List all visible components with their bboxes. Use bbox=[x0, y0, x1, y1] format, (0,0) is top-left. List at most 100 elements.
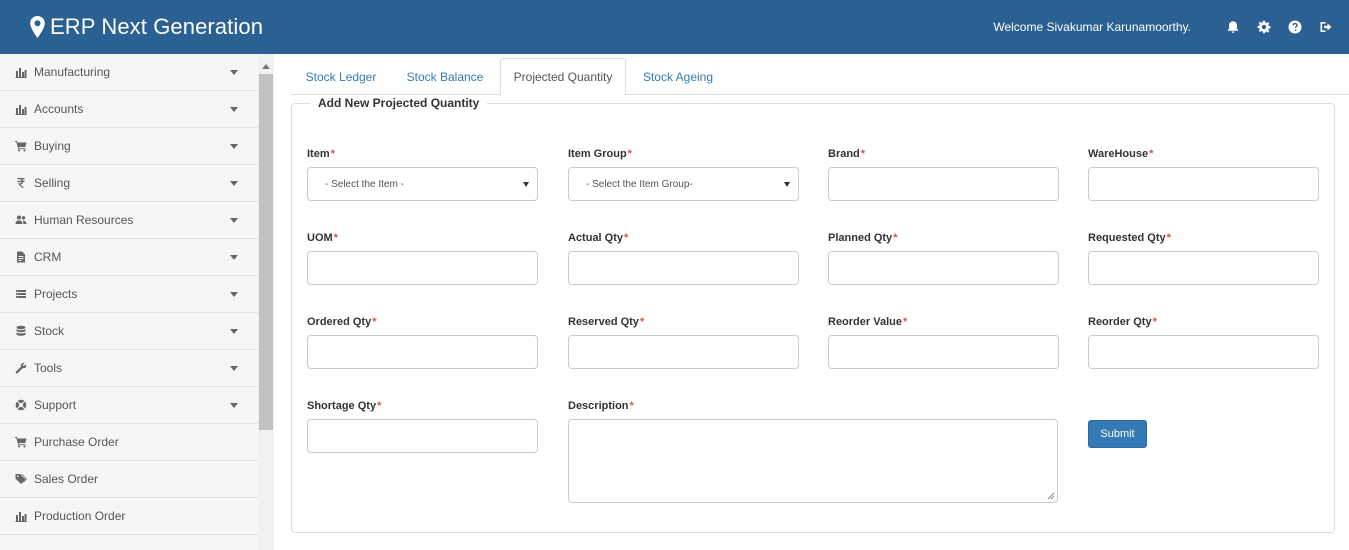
wrench-icon bbox=[14, 361, 28, 375]
uom-label-text: UOM bbox=[307, 232, 333, 244]
required-marker: * bbox=[1166, 232, 1171, 244]
item-select-placeholder: - Select the Item - bbox=[325, 178, 404, 190]
sidebar-item-label: Sales Order bbox=[34, 472, 99, 486]
file-icon bbox=[14, 250, 28, 264]
scroll-thumb[interactable] bbox=[259, 74, 273, 430]
header-user-area: Welcome Sivakumar Karunamoorthy. bbox=[993, 17, 1333, 37]
required-marker: * bbox=[893, 232, 898, 244]
resize-grip-icon[interactable] bbox=[1047, 492, 1055, 500]
reserved-qty-label: Reserved Qty* bbox=[568, 316, 644, 328]
ordered-qty-input[interactable] bbox=[307, 335, 538, 369]
caret-down-icon bbox=[230, 255, 238, 260]
description-textarea[interactable] bbox=[568, 419, 1058, 503]
brand-label: Brand* bbox=[828, 148, 865, 160]
item-group-label: Item Group* bbox=[568, 148, 632, 160]
gear-icon[interactable] bbox=[1257, 20, 1271, 34]
requested-qty-label-text: Requested Qty bbox=[1088, 232, 1166, 244]
user-name: Sivakumar Karunamoorthy. bbox=[1046, 20, 1191, 34]
sidebar-item-purchase-order[interactable]: Purchase Order bbox=[0, 424, 258, 461]
shortage-qty-input[interactable] bbox=[307, 419, 538, 453]
uom-input[interactable] bbox=[307, 251, 538, 285]
sidebar-scrollbar[interactable] bbox=[258, 54, 274, 550]
bell-icon[interactable] bbox=[1226, 20, 1240, 34]
tab-projected-quantity[interactable]: Projected Quantity bbox=[500, 58, 626, 96]
caret-down-icon bbox=[230, 144, 238, 149]
reserved-qty-input[interactable] bbox=[568, 335, 799, 369]
scroll-up-arrow-icon[interactable] bbox=[262, 64, 270, 69]
caret-down-icon bbox=[230, 329, 238, 334]
submit-button[interactable]: Submit bbox=[1088, 420, 1147, 448]
required-marker: * bbox=[1152, 316, 1157, 328]
planned-qty-label: Planned Qty* bbox=[828, 232, 897, 244]
reorder-qty-input[interactable] bbox=[1088, 335, 1319, 369]
list-icon bbox=[14, 287, 28, 301]
tags-icon bbox=[14, 472, 28, 486]
required-marker: * bbox=[372, 316, 377, 328]
item-label-text: Item bbox=[307, 148, 330, 160]
bar-chart-icon bbox=[14, 509, 28, 523]
caret-down-icon bbox=[230, 107, 238, 112]
warehouse-input[interactable] bbox=[1088, 167, 1319, 201]
brand[interactable]: ERP Next Generation bbox=[30, 12, 263, 42]
description-label-text: Description bbox=[568, 400, 629, 412]
sidebar-item-label: Purchase Order bbox=[34, 435, 119, 449]
caret-down-icon bbox=[784, 182, 790, 187]
uom-label: UOM* bbox=[307, 232, 338, 244]
caret-down-icon bbox=[230, 366, 238, 371]
caret-down-icon bbox=[230, 70, 238, 75]
tab-stock-ageing[interactable]: Stock Ageing bbox=[634, 58, 722, 95]
welcome-text: Welcome Sivakumar Karunamoorthy. bbox=[993, 20, 1191, 34]
sign-out-icon[interactable] bbox=[1319, 20, 1333, 34]
sidebar-item-label: Human Resources bbox=[34, 213, 134, 227]
tab-stock-balance[interactable]: Stock Balance bbox=[396, 58, 494, 95]
sidebar-item-label: Production Order bbox=[34, 509, 126, 523]
item-label: Item* bbox=[307, 148, 335, 160]
cart-icon bbox=[14, 139, 28, 153]
warehouse-label-text: WareHouse bbox=[1088, 148, 1149, 160]
sidebar-item-label: Accounts bbox=[34, 102, 84, 116]
requested-qty-label: Requested Qty* bbox=[1088, 232, 1171, 244]
question-icon[interactable] bbox=[1288, 20, 1302, 34]
sidebar-item-label: Support bbox=[34, 398, 77, 412]
rupee-icon bbox=[14, 176, 28, 190]
item-group-label-text: Item Group bbox=[568, 148, 627, 160]
database-icon bbox=[14, 324, 28, 338]
sidebar-item-label: Manufacturing bbox=[34, 65, 111, 79]
item-select[interactable]: - Select the Item - bbox=[307, 167, 538, 201]
sidebar-item-support[interactable]: Support bbox=[0, 387, 258, 424]
ordered-qty-label-text: Ordered Qty bbox=[307, 316, 372, 328]
actual-qty-input[interactable] bbox=[568, 251, 799, 285]
description-label: Description* bbox=[568, 400, 634, 412]
bar-chart-icon bbox=[14, 65, 28, 79]
sidebar-item-label: CRM bbox=[34, 250, 62, 264]
actual-qty-label: Actual Qty* bbox=[568, 232, 628, 244]
app-title: ERP Next Generation bbox=[50, 14, 264, 39]
sidebar-item-projects[interactable]: Projects bbox=[0, 276, 258, 313]
brand-input[interactable] bbox=[828, 167, 1059, 201]
planned-qty-input[interactable] bbox=[828, 251, 1059, 285]
tab-stock-ledger[interactable]: Stock Ledger bbox=[294, 58, 388, 95]
required-marker: * bbox=[624, 232, 629, 244]
warehouse-label: WareHouse* bbox=[1088, 148, 1153, 160]
welcome-label: Welcome bbox=[993, 20, 1044, 34]
sidebar-item-tools[interactable]: Tools bbox=[0, 350, 258, 387]
sidebar-item-buying[interactable]: Buying bbox=[0, 128, 258, 165]
sidebar-item-selling[interactable]: Selling bbox=[0, 165, 258, 202]
sidebar-item-production-order[interactable]: Production Order bbox=[0, 498, 258, 535]
sidebar-item-label: Stock bbox=[34, 324, 65, 338]
sidebar-item-stock[interactable]: Stock bbox=[0, 313, 258, 350]
reorder-value-input[interactable] bbox=[828, 335, 1059, 369]
sidebar-item-accounts[interactable]: Accounts bbox=[0, 91, 258, 128]
ordered-qty-label: Ordered Qty* bbox=[307, 316, 376, 328]
map-marker-icon bbox=[30, 16, 45, 38]
reorder-value-label-text: Reorder Value bbox=[828, 316, 902, 328]
requested-qty-input[interactable] bbox=[1088, 251, 1319, 285]
item-group-select[interactable]: - Select the Item Group- bbox=[568, 167, 799, 201]
sidebar-item-crm[interactable]: CRM bbox=[0, 239, 258, 276]
required-marker: * bbox=[627, 148, 632, 160]
required-marker: * bbox=[330, 148, 335, 160]
sidebar-item-human-resources[interactable]: Human Resources bbox=[0, 202, 258, 239]
required-marker: * bbox=[1149, 148, 1154, 160]
sidebar-item-sales-order[interactable]: Sales Order bbox=[0, 461, 258, 498]
sidebar-item-manufacturing[interactable]: Manufacturing bbox=[0, 54, 258, 91]
